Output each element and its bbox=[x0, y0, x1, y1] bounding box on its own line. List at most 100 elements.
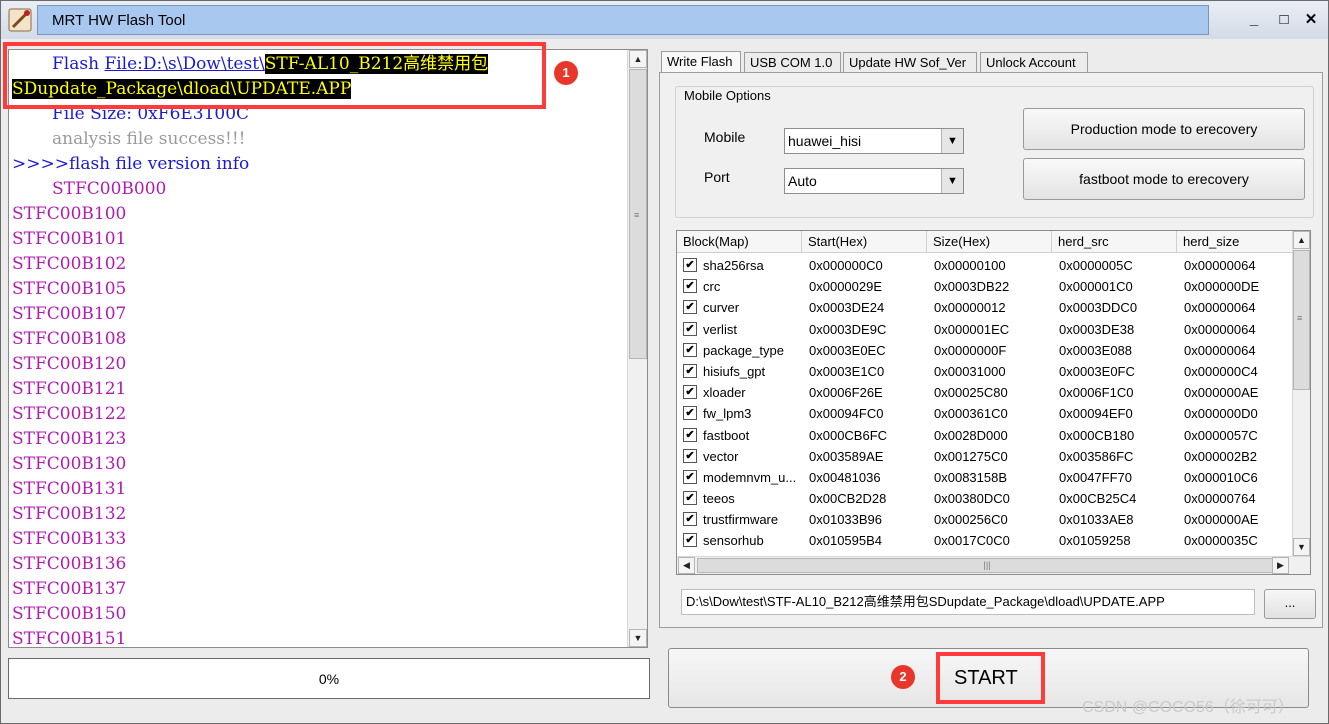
table-row[interactable]: ✔ sensorhub 0x010595B4 0x0017C0C0 0x01059258… bbox=[677, 530, 1295, 551]
row-checkbox[interactable]: ✔ bbox=[683, 448, 697, 463]
row-checkbox[interactable]: ✔ bbox=[683, 363, 697, 378]
log-text: STFC00B130 bbox=[12, 454, 127, 474]
scroll-right-icon[interactable]: ▶ bbox=[1272, 557, 1289, 574]
log-text: analysis file success!!! bbox=[52, 129, 246, 149]
table-cell: 0x00094EF0 bbox=[1059, 406, 1133, 422]
table-cell: crc bbox=[703, 279, 721, 295]
port-select[interactable]: Auto ▼ bbox=[784, 168, 964, 194]
minimize-button[interactable]: _ bbox=[1241, 9, 1267, 31]
table-row[interactable]: ✔ trustfirmware 0x01033B96 0x000256C0 0x0103… bbox=[677, 509, 1295, 530]
row-checkbox[interactable]: ✔ bbox=[683, 300, 697, 315]
log-text: STFC00B100 bbox=[12, 204, 127, 224]
browse-button[interactable]: ... bbox=[1264, 589, 1316, 619]
scroll-down-icon[interactable]: ▼ bbox=[1293, 538, 1310, 556]
log-line: STFC00B108 bbox=[12, 327, 627, 352]
table-row[interactable]: ✔ crc 0x0000029E 0x0003DB22 0x000001C0 0x0000… bbox=[677, 276, 1295, 297]
tab-write-flash[interactable]: Write Flash bbox=[661, 51, 741, 73]
table-cell: 0x00CB25C4 bbox=[1059, 491, 1137, 507]
log-text: STFC00B151 bbox=[12, 629, 127, 648]
scroll-down-icon[interactable]: ▼ bbox=[629, 629, 647, 647]
row-checkbox[interactable]: ✔ bbox=[683, 427, 697, 442]
table-row[interactable]: ✔ vector 0x003589AE 0x001275C0 0x003586FC 0x0… bbox=[677, 446, 1295, 467]
row-checkbox[interactable]: ✔ bbox=[683, 279, 697, 294]
table-cell: 0x0017C0C0 bbox=[934, 533, 1010, 549]
title-field: MRT HW Flash Tool bbox=[37, 5, 1209, 35]
log-line: STFC00B123 bbox=[12, 427, 627, 452]
table-hscroll-thumb[interactable]: ||| bbox=[697, 558, 1277, 573]
scroll-up-icon[interactable]: ▲ bbox=[629, 50, 647, 68]
table-body: ✔ sha256rsa 0x000000C0 0x00000100 0x0000005C… bbox=[677, 255, 1295, 552]
table-row[interactable]: ✔ modemnvm_u... 0x00481036 0x0083158B 0x0047… bbox=[677, 467, 1295, 488]
log-text: STFC00B102 bbox=[12, 254, 127, 274]
row-checkbox[interactable]: ✔ bbox=[683, 258, 697, 272]
table-scroll-thumb[interactable]: ≡ bbox=[1293, 250, 1310, 390]
table-cell: 0x00031000 bbox=[934, 363, 1006, 379]
tab-unlock-account[interactable]: Unlock Account bbox=[980, 52, 1088, 72]
annotation-badge-2: 2 bbox=[891, 665, 915, 689]
row-checkbox[interactable]: ✔ bbox=[683, 321, 697, 336]
table-cell: trustfirmware bbox=[703, 512, 779, 528]
log-line: STFC00B100 bbox=[12, 202, 627, 227]
table-vscrollbar[interactable]: ▲ ≡ ▼ bbox=[1292, 231, 1310, 556]
row-checkbox[interactable]: ✔ bbox=[683, 533, 697, 548]
table-row[interactable]: ✔ verlist 0x0003DE9C 0x000001EC 0x0003DE38 0x… bbox=[677, 319, 1295, 340]
app-icon bbox=[7, 7, 33, 33]
table-cell: 0x0000029E bbox=[809, 279, 883, 295]
tab-update-hw-sof-ver[interactable]: Update HW Sof_Ver bbox=[843, 52, 977, 72]
table-row[interactable]: ✔ xloader 0x0006F26E 0x00025C80 0x0006F1C0 0x… bbox=[677, 382, 1295, 403]
annotation-badge-1: 1 bbox=[554, 61, 578, 85]
column-header-block[interactable]: Block(Map) bbox=[677, 231, 802, 253]
table-row[interactable]: ✔ fastboot 0x000CB6FC 0x0028D000 0x000CB180 0… bbox=[677, 425, 1295, 446]
log-text: STFC00B131 bbox=[12, 479, 127, 499]
table-cell: 0x0047FF70 bbox=[1059, 469, 1132, 485]
column-header-size[interactable]: Size(Hex) bbox=[927, 231, 1052, 253]
column-header-start[interactable]: Start(Hex) bbox=[802, 231, 927, 253]
scroll-thumb[interactable]: ≡ bbox=[629, 69, 647, 359]
log-scrollbar[interactable]: ▲ ≡ ▼ bbox=[627, 50, 647, 647]
mobile-select[interactable]: huawei_hisi ▼ bbox=[784, 128, 964, 154]
table-row[interactable]: ✔ package_type 0x0003E0EC 0x0000000F 0x0003E… bbox=[677, 340, 1295, 361]
log-text: STFC00B122 bbox=[12, 404, 127, 424]
row-checkbox[interactable]: ✔ bbox=[683, 406, 697, 421]
table-row[interactable]: ✔ hisiufs_gpt 0x0003E1C0 0x00031000 0x0003E0… bbox=[677, 361, 1295, 382]
scroll-up-icon[interactable]: ▲ bbox=[1293, 231, 1310, 249]
table-cell: 0x0003DDC0 bbox=[1059, 300, 1138, 316]
close-button[interactable]: ✕ bbox=[1298, 9, 1324, 31]
row-checkbox[interactable]: ✔ bbox=[683, 385, 697, 400]
table-cell: fw_lpm3 bbox=[703, 406, 752, 422]
column-header-herd-size[interactable]: herd_size bbox=[1177, 231, 1297, 253]
maximize-button[interactable]: □ bbox=[1271, 9, 1297, 31]
row-checkbox[interactable]: ✔ bbox=[683, 469, 697, 484]
table-cell: 0x0003E0FC bbox=[1059, 363, 1135, 379]
row-checkbox[interactable]: ✔ bbox=[683, 491, 697, 506]
table-cell: 0x00000064 bbox=[1184, 300, 1256, 316]
chevron-down-icon[interactable]: ▼ bbox=[941, 129, 963, 153]
chevron-down-icon[interactable]: ▼ bbox=[941, 169, 963, 193]
table-row[interactable]: ✔ sha256rsa 0x000000C0 0x00000100 0x0000005C… bbox=[677, 255, 1295, 276]
tab-usb-com[interactable]: USB COM 1.0 bbox=[744, 52, 841, 72]
row-checkbox[interactable]: ✔ bbox=[683, 512, 697, 527]
log-line: STFC00B105 bbox=[12, 277, 627, 302]
file-path-field[interactable]: D:\s\Dow\test\STF-AL10_B212高维禁用包SDupdate… bbox=[681, 589, 1255, 615]
table-cell: 0x000000AE bbox=[1184, 385, 1259, 401]
fastboot-mode-button[interactable]: fastboot mode to erecovery bbox=[1023, 158, 1305, 200]
production-mode-button[interactable]: Production mode to erecovery bbox=[1023, 108, 1305, 150]
scroll-left-icon[interactable]: ◀ bbox=[678, 557, 695, 574]
table-cell: 0x010595B4 bbox=[809, 533, 883, 549]
table-row[interactable]: ✔ curver 0x0003DE24 0x00000012 0x0003DDC0 0x0… bbox=[677, 297, 1295, 318]
table-row[interactable]: ✔ teeos 0x00CB2D28 0x00380DC0 0x00CB25C4 0x00… bbox=[677, 488, 1295, 509]
log-panel[interactable]: Flash File:D:\s\Dow\test\STF-AL10_B212高维… bbox=[8, 49, 648, 648]
row-checkbox[interactable]: ✔ bbox=[683, 342, 697, 357]
column-header-herd-src[interactable]: herd_src bbox=[1052, 231, 1177, 253]
table-cell: 0x000256C0 bbox=[934, 512, 1008, 528]
log-lines: Flash File:D:\s\Dow\test\STF-AL10_B212高维… bbox=[12, 52, 627, 648]
table-cell: 0x000001EC bbox=[934, 321, 1010, 337]
table-hscrollbar[interactable]: ◀ ||| ▶ bbox=[677, 556, 1310, 574]
table-cell: package_type bbox=[703, 342, 784, 358]
table-row[interactable]: ✔ fw_lpm3 0x00094FC0 0x000361C0 0x00094EF0 0x… bbox=[677, 403, 1295, 424]
log-text: STFC00B133 bbox=[12, 529, 127, 549]
table-cell: 0x003586FC bbox=[1059, 448, 1134, 464]
table-cell: 0x000000C4 bbox=[1184, 363, 1258, 379]
table-cell: 0x0000000F bbox=[934, 342, 1007, 358]
port-select-value: Auto bbox=[788, 173, 817, 189]
